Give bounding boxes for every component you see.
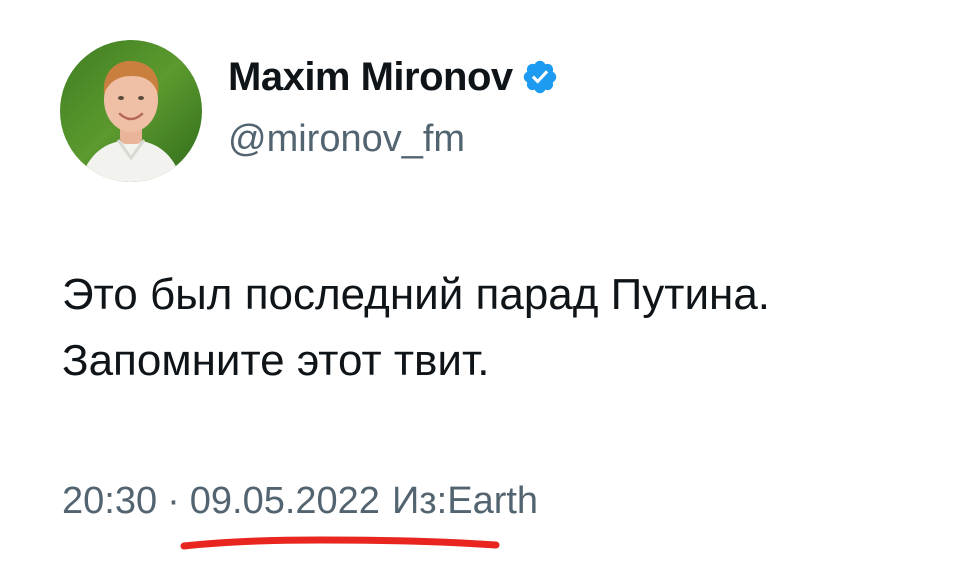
meta-separator: · <box>167 480 180 522</box>
tweet-source: Из:Earth <box>391 480 539 522</box>
display-name[interactable]: Maxim Mironov <box>228 55 513 100</box>
tweet-card: Maxim Mironov @mironov_fm Это был послед… <box>0 0 977 569</box>
red-underline-annotation <box>180 536 500 550</box>
tweet-text: Это был последний парад Путина. Запомнит… <box>62 262 962 394</box>
verified-badge-icon[interactable] <box>521 58 559 96</box>
tweet-text-line: Это был последний парад Путина. <box>62 270 771 319</box>
tweet-text-line: Запомните этот твит. <box>62 336 490 385</box>
avatar-photo-icon <box>60 40 202 182</box>
tweet-date[interactable]: 09.05.2022 <box>190 480 380 523</box>
avatar[interactable] <box>60 40 202 182</box>
author-handle[interactable]: @mironov_fm <box>228 118 465 161</box>
author-name-row: Maxim Mironov <box>228 52 559 102</box>
tweet-meta: 20:30 · 09.05.2022 Из:Earth <box>62 480 538 523</box>
tweet-time[interactable]: 20:30 <box>62 480 157 523</box>
